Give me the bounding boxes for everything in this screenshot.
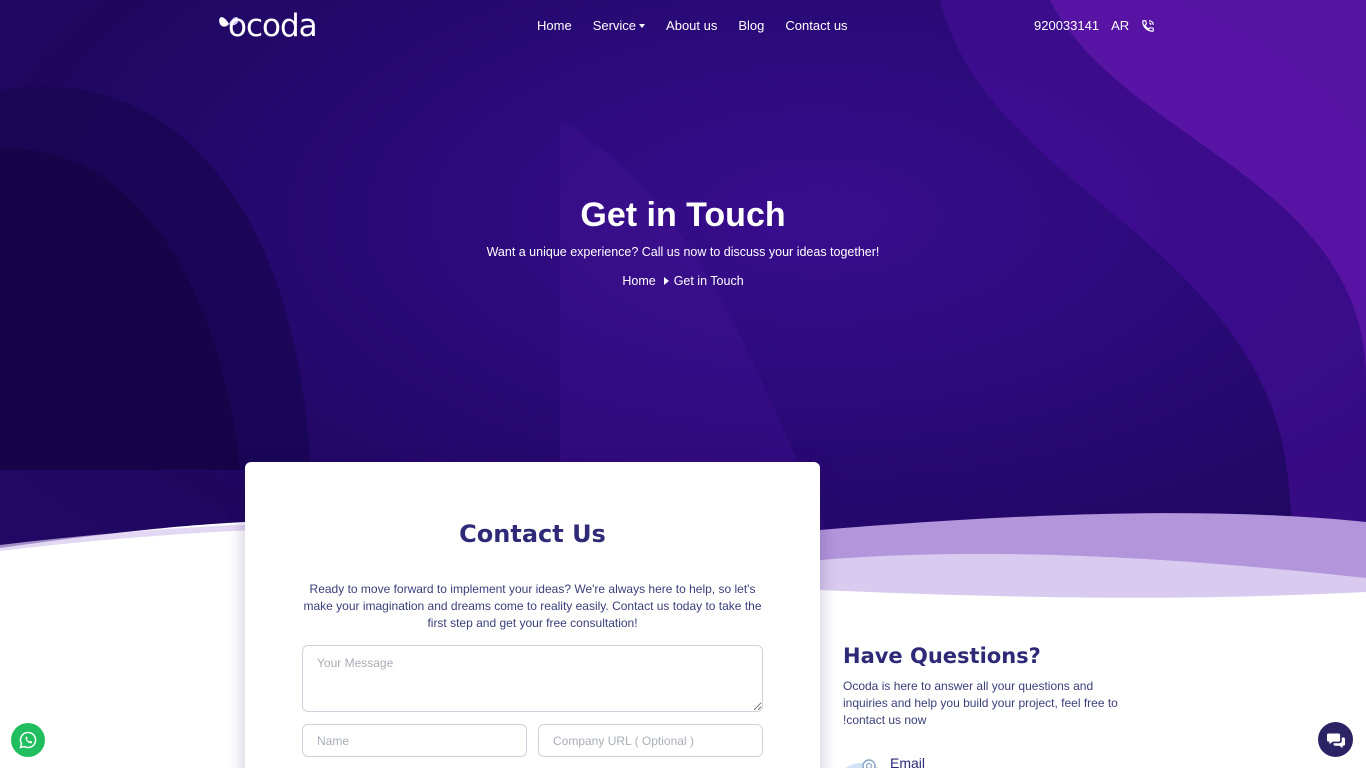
nav-service-label: Service xyxy=(592,18,637,33)
nav-blog[interactable]: Blog xyxy=(738,18,764,33)
name-input[interactable] xyxy=(302,724,527,757)
chat-button[interactable] xyxy=(1318,722,1353,757)
whatsapp-icon xyxy=(19,731,37,749)
message-textarea[interactable] xyxy=(302,645,763,712)
have-questions-title: Have Questions? xyxy=(843,644,1041,668)
have-questions-text: Ocoda is here to answer all your questio… xyxy=(843,679,1118,727)
email-label: Email xyxy=(890,755,926,768)
page-title: Get in Touch xyxy=(580,196,786,234)
phone-icon[interactable] xyxy=(1141,19,1155,33)
nav-contact[interactable]: Contact us xyxy=(785,18,847,33)
topbar-right: 920033141 AR xyxy=(1034,18,1155,33)
company-url-input[interactable] xyxy=(538,724,763,757)
phone-number-link[interactable]: 920033141 xyxy=(1034,18,1099,33)
chat-icon xyxy=(1326,732,1345,748)
chevron-down-icon xyxy=(639,23,646,28)
nav-service[interactable]: Service xyxy=(592,18,646,33)
whatsapp-button[interactable] xyxy=(11,723,45,757)
contact-form-description: Ready to move forward to implement your … xyxy=(303,582,762,630)
breadcrumb: Home Get in Touch xyxy=(0,274,1366,288)
nav-home[interactable]: Home xyxy=(537,18,572,33)
language-switch[interactable]: AR xyxy=(1111,18,1129,33)
brand-logo[interactable]: ocoda xyxy=(228,8,318,44)
caret-right-icon xyxy=(663,277,669,285)
hero-subtitle: Want a unique experience? Call us now to… xyxy=(486,245,880,259)
main-nav: Home Service About us Blog Contact us xyxy=(537,18,869,33)
nav-about[interactable]: About us xyxy=(666,18,717,33)
breadcrumb-current: Get in Touch xyxy=(673,274,744,288)
breadcrumb-home[interactable]: Home xyxy=(622,274,655,288)
contact-form-title: Contact Us xyxy=(459,520,606,548)
contact-form-card: Contact Us Ready to move forward to impl… xyxy=(245,462,820,768)
email-icon xyxy=(845,759,879,768)
